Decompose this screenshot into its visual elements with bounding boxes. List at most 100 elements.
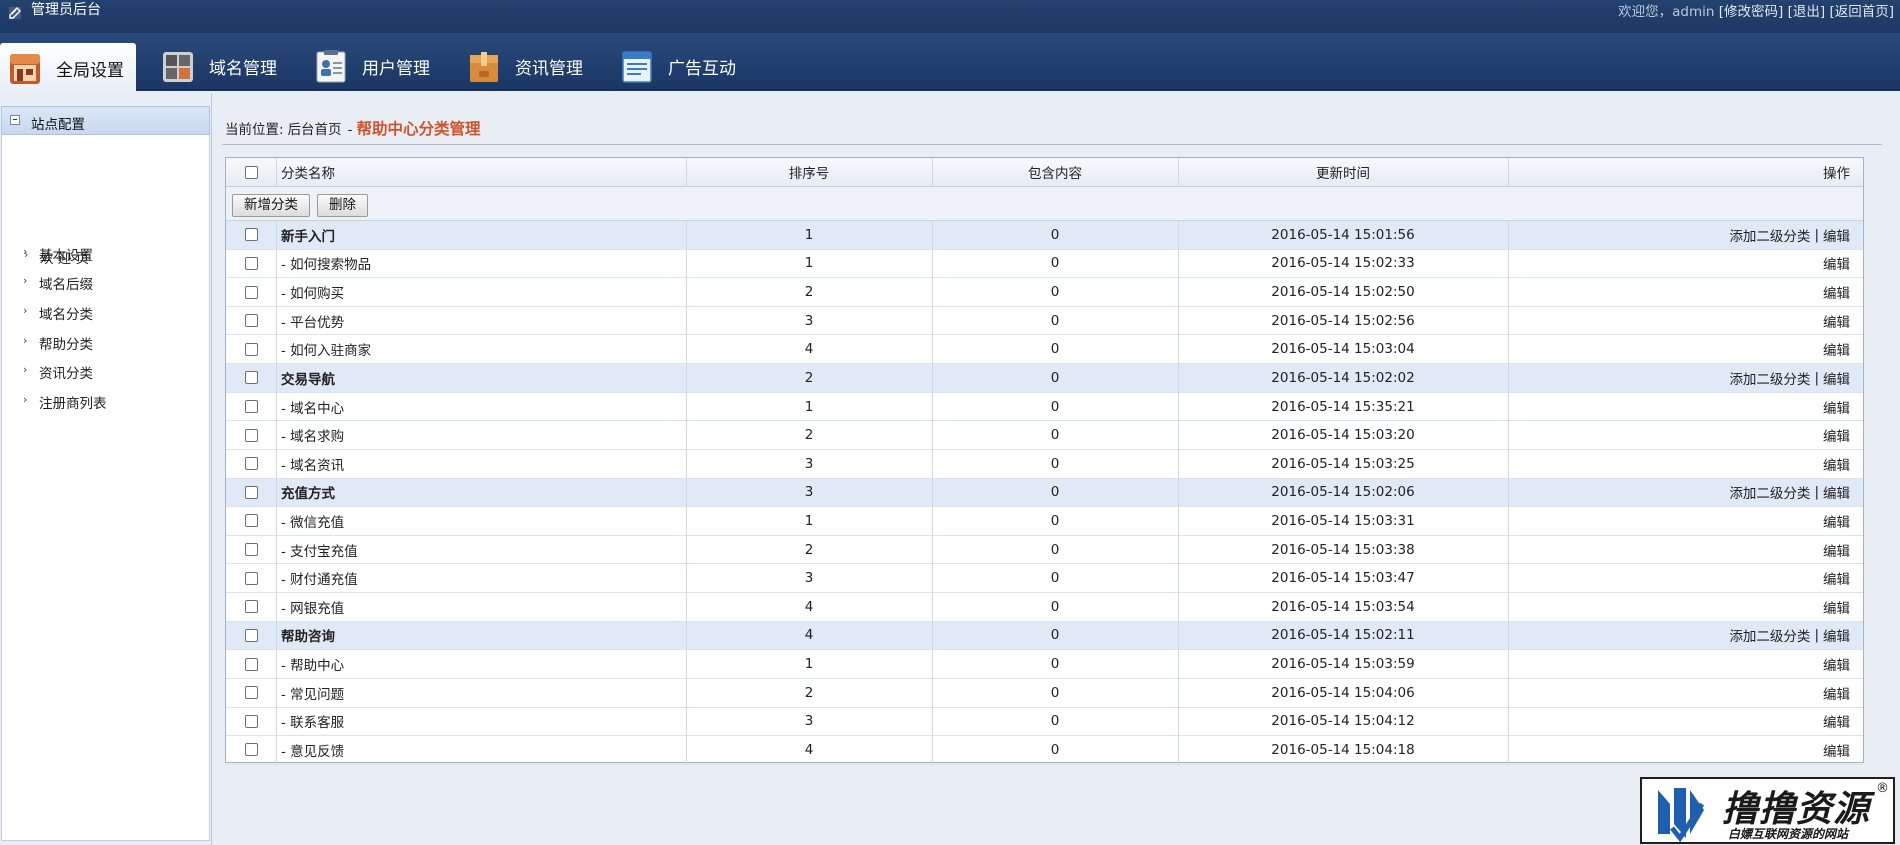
row-checkbox[interactable] xyxy=(244,600,258,614)
content-count: 0 xyxy=(1050,713,1060,730)
edit-link[interactable]: 编辑 xyxy=(1823,282,1850,302)
row-checkbox[interactable] xyxy=(244,543,258,557)
updated-time: 2016-05-14 15:04:12 xyxy=(1271,713,1415,730)
tab-user-management[interactable]: 用户管理 xyxy=(306,42,442,91)
column-divider xyxy=(1508,158,1509,765)
add-subcategory-link[interactable]: 添加二级分类 xyxy=(1729,482,1810,502)
category-name: - 如何搜索物品 xyxy=(281,257,372,274)
breadcrumb: 当前位置: 后台首页 - 帮助中心分类管理 xyxy=(225,117,481,138)
watermark-subtitle: 白嫖互联网资源的网站 xyxy=(1728,827,1849,841)
row-checkbox[interactable] xyxy=(244,571,258,585)
tab-label: 全局设置 xyxy=(56,61,124,81)
edit-link[interactable]: 编辑 xyxy=(1823,568,1850,588)
back-home-link[interactable]: 返回首页 xyxy=(1835,4,1889,20)
tab-ad-interaction[interactable]: 广告互动 xyxy=(612,42,748,91)
edit-link[interactable]: 编辑 xyxy=(1823,625,1850,645)
sidebar-section-header[interactable]: 站点配置 xyxy=(1,106,210,135)
table-row: - 如何购买 2 0 2016-05-14 15:02:50 编辑 xyxy=(226,278,1863,307)
content-count: 0 xyxy=(1050,484,1060,501)
category-name: - 域名求购 xyxy=(281,429,345,446)
sidebar-item-registrar-list[interactable]: › 注册商列表 xyxy=(23,392,107,413)
row-actions: 编辑 xyxy=(1508,278,1850,306)
updated-time: 2016-05-14 15:03:31 xyxy=(1271,512,1415,529)
chevron-right-icon: › xyxy=(23,362,28,376)
edit-link[interactable]: 编辑 xyxy=(1823,339,1850,359)
sort-number: 2 xyxy=(804,684,814,701)
breadcrumb-home[interactable]: 后台首页 xyxy=(288,118,342,138)
edit-link[interactable]: 编辑 xyxy=(1823,311,1850,331)
row-checkbox[interactable] xyxy=(244,514,258,528)
row-actions: 编辑 xyxy=(1508,335,1850,363)
sidebar-item-help-category[interactable]: › 帮助分类 xyxy=(23,333,93,354)
sidebar-item-domain-suffix[interactable]: › 域名后缀 xyxy=(23,273,93,294)
edit-link[interactable]: 编辑 xyxy=(1823,253,1850,273)
sidebar-item-basic-settings[interactable]: › 基本设置 xyxy=(23,244,93,265)
row-checkbox[interactable] xyxy=(244,314,258,328)
main-nav: 全局设置 域名管理 用户管理 资讯管理 广告互动 xyxy=(0,33,1900,94)
edit-link[interactable]: 编辑 xyxy=(1823,711,1850,731)
row-checkbox[interactable] xyxy=(244,686,258,700)
row-checkbox[interactable] xyxy=(244,743,258,757)
collapse-icon[interactable] xyxy=(10,115,20,125)
row-actions: 编辑 xyxy=(1508,536,1850,564)
edit-link[interactable]: 编辑 xyxy=(1823,397,1850,417)
edit-link[interactable]: 编辑 xyxy=(1823,511,1850,531)
row-checkbox[interactable] xyxy=(244,371,258,385)
change-password-link[interactable]: 修改密码 xyxy=(1724,4,1778,20)
row-checkbox[interactable] xyxy=(244,285,258,299)
updated-time: 2016-05-14 15:03:54 xyxy=(1271,598,1415,615)
chevron-right-icon: › xyxy=(23,333,28,347)
edit-link[interactable]: 编辑 xyxy=(1823,683,1850,703)
category-name: - 财付通充值 xyxy=(281,572,358,589)
row-checkbox[interactable] xyxy=(244,485,258,499)
row-checkbox[interactable] xyxy=(244,657,258,671)
edit-link[interactable]: 编辑 xyxy=(1823,368,1850,388)
edit-link[interactable]: 编辑 xyxy=(1823,540,1850,560)
tab-global-settings[interactable]: 全局设置 xyxy=(0,43,136,94)
edit-link[interactable]: 编辑 xyxy=(1823,482,1850,502)
row-checkbox[interactable] xyxy=(244,714,258,728)
row-checkbox[interactable] xyxy=(244,628,258,642)
row-checkbox[interactable] xyxy=(244,342,258,356)
row-checkbox[interactable] xyxy=(244,228,258,242)
row-checkbox[interactable] xyxy=(244,256,258,270)
edit-link[interactable]: 编辑 xyxy=(1823,597,1850,617)
edit-link[interactable]: 编辑 xyxy=(1823,454,1850,474)
watermark-logo: 撸撸资源 ® 白嫖互联网资源的网站 xyxy=(1640,777,1895,844)
table-row: - 平台优势 3 0 2016-05-14 15:02:56 编辑 xyxy=(226,307,1863,336)
row-checkbox[interactable] xyxy=(244,428,258,442)
add-subcategory-link[interactable]: 添加二级分类 xyxy=(1729,368,1810,388)
row-checkbox[interactable] xyxy=(244,457,258,471)
row-checkbox[interactable] xyxy=(244,400,258,414)
row-actions: 编辑 xyxy=(1508,393,1850,421)
sidebar-section-title: 站点配置 xyxy=(31,117,85,133)
sidebar-item-domain-category[interactable]: › 域名分类 xyxy=(23,303,93,324)
select-all-checkbox[interactable] xyxy=(244,165,258,179)
logout-link[interactable]: 退出 xyxy=(1793,4,1820,20)
edit-link[interactable]: 编辑 xyxy=(1823,654,1850,674)
edit-link[interactable]: 编辑 xyxy=(1823,425,1850,445)
tab-domain-management[interactable]: 域名管理 xyxy=(153,42,289,91)
content-count: 0 xyxy=(1050,541,1060,558)
breadcrumb-current: 帮助中心分类管理 xyxy=(356,120,481,138)
user-links: 欢迎您，admin [修改密码] [退出] [返回首页] xyxy=(1618,4,1894,20)
updated-time: 2016-05-14 15:03:25 xyxy=(1271,455,1415,472)
add-subcategory-link[interactable]: 添加二级分类 xyxy=(1729,625,1810,645)
table-row: - 联系客服 3 0 2016-05-14 15:04:12 编辑 xyxy=(226,708,1863,737)
category-group-row: 新手入门 1 0 2016-05-14 15:01:56 添加二级分类 | 编辑 xyxy=(226,221,1863,250)
add-category-button[interactable]: 新增分类 xyxy=(232,194,310,217)
sort-number: 1 xyxy=(804,512,814,529)
edit-link[interactable]: 编辑 xyxy=(1823,225,1850,245)
table-row: - 支付宝充值 2 0 2016-05-14 15:03:38 编辑 xyxy=(226,536,1863,565)
add-subcategory-link[interactable]: 添加二级分类 xyxy=(1729,225,1810,245)
edit-link[interactable]: 编辑 xyxy=(1823,740,1850,760)
sort-number: 1 xyxy=(804,656,814,673)
table-row: - 微信充值 1 0 2016-05-14 15:03:31 编辑 xyxy=(226,507,1863,536)
updated-time: 2016-05-14 15:04:18 xyxy=(1271,741,1415,758)
tab-news-management[interactable]: 资讯管理 xyxy=(459,42,595,91)
sidebar-item-news-category[interactable]: › 资讯分类 xyxy=(23,362,93,383)
category-group-row: 帮助咨询 4 0 2016-05-14 15:02:11 添加二级分类 | 编辑 xyxy=(226,621,1863,651)
updated-time: 2016-05-14 15:03:47 xyxy=(1271,570,1415,587)
delete-button[interactable]: 删除 xyxy=(317,194,368,217)
category-name: - 如何购买 xyxy=(281,286,345,303)
